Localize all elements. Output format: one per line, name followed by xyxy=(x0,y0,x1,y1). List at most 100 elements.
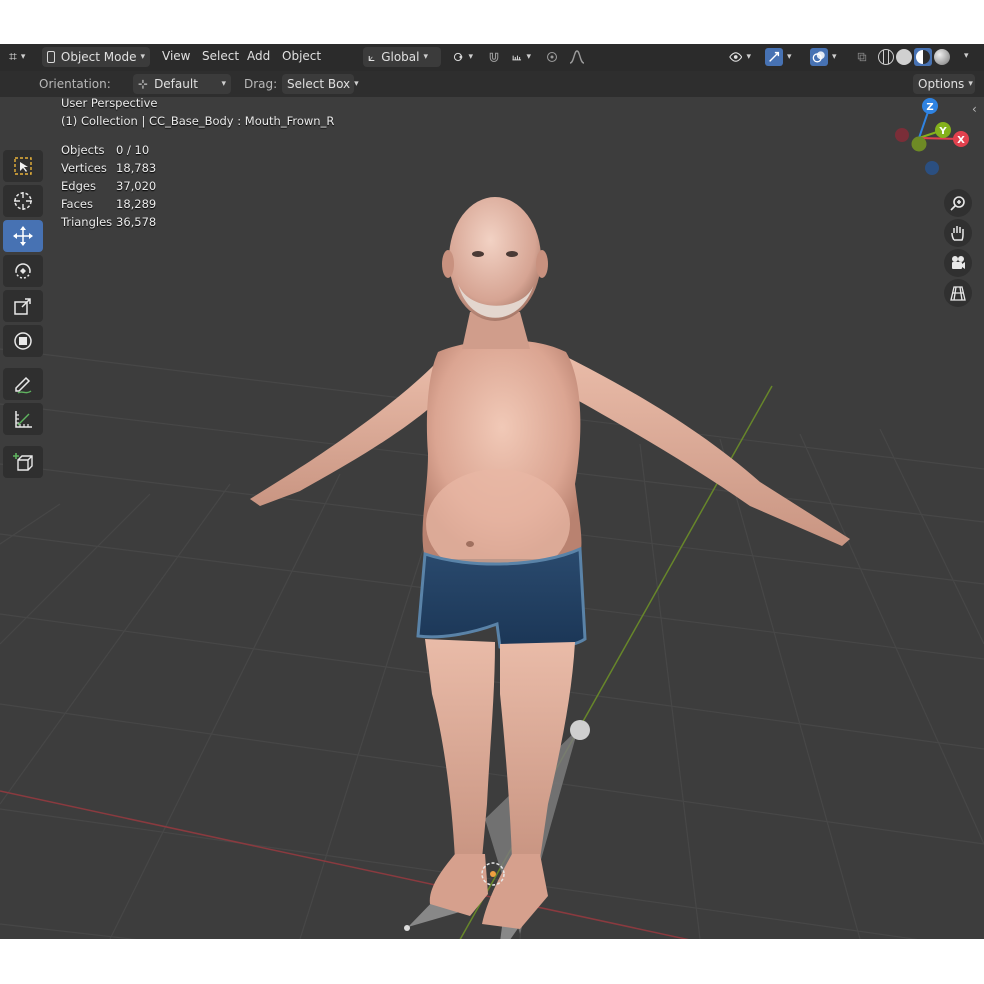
tool-move[interactable] xyxy=(3,220,43,252)
gizmo-y-label: Y xyxy=(938,126,947,137)
editor-type-icon: ⌗ xyxy=(9,49,17,65)
snap-target-dropdown[interactable]: ▾ xyxy=(506,47,536,67)
chevron-down-icon: ▾ xyxy=(20,52,26,62)
shading-options-chevron-icon[interactable]: ▾ xyxy=(964,51,969,61)
stat-value: 18,289 xyxy=(116,197,157,211)
chevron-down-icon: ▾ xyxy=(787,52,792,62)
chevron-down-icon: ▾ xyxy=(526,52,531,62)
eye-icon xyxy=(729,52,743,62)
tool-scale[interactable] xyxy=(3,290,43,322)
rendered-shading-icon[interactable] xyxy=(934,49,950,65)
view-name: User Perspective xyxy=(61,97,158,110)
perspective-grid-icon xyxy=(950,286,966,301)
magnet-icon xyxy=(489,52,499,63)
xray-icon xyxy=(857,52,867,62)
stat-label: Faces xyxy=(61,197,93,211)
camera-icon xyxy=(952,256,965,269)
orientation-dropdown[interactable]: ⊹ Default ▾ xyxy=(133,74,231,94)
zoom-icon xyxy=(950,196,965,211)
move-icon xyxy=(13,226,33,246)
pan-button[interactable] xyxy=(944,219,972,247)
tool-transform[interactable] xyxy=(3,325,43,357)
collection-info: (1) Collection | CC_Base_Body : Mouth_Fr… xyxy=(61,114,335,128)
cursor-icon xyxy=(14,192,32,210)
overlays-icon xyxy=(810,48,828,66)
menu-view[interactable]: View xyxy=(162,49,190,63)
tool-select-box[interactable] xyxy=(3,150,43,182)
tool-measure[interactable] xyxy=(3,403,43,435)
stat-value: 18,783 xyxy=(116,161,157,175)
gizmo-x-label: X xyxy=(957,135,965,146)
camera-view-button[interactable] xyxy=(944,249,972,277)
orientation-label: Orientation: xyxy=(39,77,111,91)
3d-viewport[interactable]: User Perspective (1) Collection | CC_Bas… xyxy=(0,97,984,939)
hand-icon xyxy=(951,226,964,241)
chevron-down-icon: ▾ xyxy=(221,79,226,89)
rotate-icon xyxy=(15,263,31,279)
chevron-down-icon: ▾ xyxy=(140,52,145,62)
chevron-down-icon: ▾ xyxy=(468,52,473,62)
navigation-gizmo[interactable]: Z Y X xyxy=(890,97,974,177)
perspective-toggle-button[interactable] xyxy=(944,279,972,307)
mode-dropdown[interactable]: Object Mode ▾ xyxy=(42,47,150,67)
chevron-down-icon: ▾ xyxy=(832,52,837,62)
menu-select[interactable]: Select xyxy=(202,49,239,63)
character-head xyxy=(449,197,541,321)
tool-settings-bar: Orientation: ⊹ Default ▾ Drag: Select Bo… xyxy=(0,71,984,98)
tool-annotate[interactable] xyxy=(3,368,43,400)
annotate-icon xyxy=(15,376,32,394)
xray-toggle[interactable] xyxy=(852,47,872,67)
blender-window: ⌗ ▾ Object Mode ▾ View Select Add Object … xyxy=(0,44,984,939)
measure-icon xyxy=(15,411,32,428)
menu-add[interactable]: Add xyxy=(247,49,270,63)
gizmo-icon xyxy=(765,48,783,66)
falloff-curve-icon xyxy=(569,50,585,64)
stat-value: 37,020 xyxy=(116,179,157,193)
stat-value: 36,578 xyxy=(116,215,157,229)
sidebar-toggle-chevron-icon[interactable]: ‹ xyxy=(972,102,977,116)
snap-toggle[interactable] xyxy=(483,47,505,67)
scale-icon xyxy=(14,298,31,315)
editor-type-button[interactable]: ⌗ ▾ xyxy=(4,47,34,67)
gizmo-neg-z[interactable] xyxy=(925,161,939,175)
orientation-icon: ⟀ xyxy=(368,49,376,64)
wireframe-shading-icon[interactable] xyxy=(878,49,894,65)
drag-value: Select Box xyxy=(287,77,351,91)
gizmo-neg-x[interactable] xyxy=(895,128,909,142)
transform-orientation-label: Global xyxy=(381,50,420,64)
stat-label: Triangles xyxy=(61,215,113,229)
stat-value: 0 / 10 xyxy=(116,143,150,157)
gizmo-z-label: Z xyxy=(926,102,933,113)
gizmo-neg-y[interactable] xyxy=(911,136,927,152)
chevron-down-icon: ▾ xyxy=(746,52,751,62)
orientation-value: Default xyxy=(154,77,198,91)
proportional-editing-toggle[interactable] xyxy=(541,47,563,67)
options-dropdown[interactable]: Options ▾ xyxy=(913,74,975,94)
visibility-dropdown[interactable]: ▾ xyxy=(724,47,756,67)
shading-mode-group xyxy=(876,47,956,67)
transform-orientation-dropdown[interactable]: ⟀ Global ▾ xyxy=(363,47,441,67)
solid-shading-icon[interactable] xyxy=(896,49,912,65)
stat-label: Objects xyxy=(61,143,105,157)
gizmo-toggle[interactable]: ▾ xyxy=(760,47,800,67)
tool-add-cube[interactable] xyxy=(3,446,43,478)
mode-label: Object Mode xyxy=(60,50,137,64)
drag-label: Drag: xyxy=(244,77,278,91)
menu-object[interactable]: Object xyxy=(282,49,321,63)
tool-cursor[interactable] xyxy=(3,185,43,217)
orientation-default-icon: ⊹ xyxy=(138,77,149,91)
drag-dropdown[interactable]: Select Box ▾ xyxy=(282,74,359,94)
stat-label: Vertices xyxy=(61,161,107,175)
transform-icon xyxy=(14,332,32,350)
material-shading-icon[interactable] xyxy=(914,48,932,66)
stat-label: Edges xyxy=(61,179,96,193)
chevron-down-icon: ▾ xyxy=(354,79,359,89)
pivot-point-button[interactable]: ▾ xyxy=(448,47,478,67)
tool-rotate[interactable] xyxy=(3,255,43,287)
object-mode-icon xyxy=(47,51,55,63)
select-box-icon xyxy=(14,157,32,175)
falloff-dropdown[interactable] xyxy=(564,47,592,67)
zoom-button[interactable] xyxy=(944,189,972,217)
overlays-toggle[interactable]: ▾ xyxy=(805,47,845,67)
proportional-edit-icon xyxy=(546,51,558,63)
